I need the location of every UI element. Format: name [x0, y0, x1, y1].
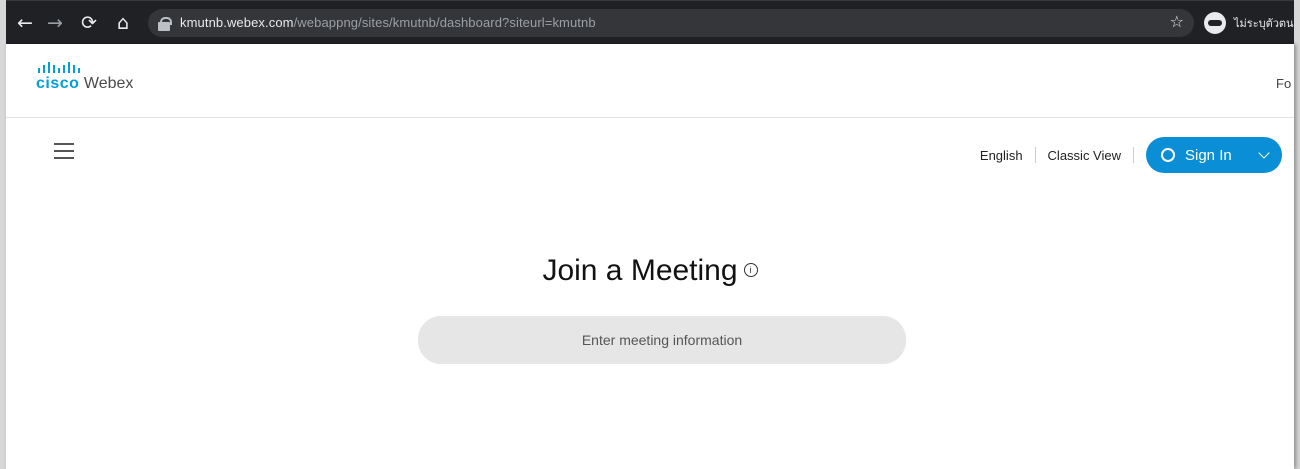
url-text[interactable]: kmutnb.webex.com/webappng/sites/kmutnb/d…: [180, 15, 596, 30]
forward-icon[interactable]: →: [42, 1, 68, 45]
sign-in-button[interactable]: Sign In: [1146, 137, 1282, 173]
classic-view-link[interactable]: Classic View: [1048, 148, 1121, 163]
star-icon[interactable]: ☆: [1170, 12, 1184, 31]
info-icon[interactable]: i: [743, 263, 758, 278]
cisco-bars-icon: [38, 62, 133, 73]
profile-label: ไม่ระบุตัวตน: [1234, 17, 1294, 30]
webex-ring-icon: [1161, 148, 1175, 162]
cisco-webex-logo[interactable]: cisco Webex: [36, 62, 133, 93]
meeting-info-input[interactable]: [418, 316, 906, 364]
profile-button[interactable]: ไม่ระบุตัวตน: [1204, 11, 1294, 35]
url-host: kmutnb.webex.com: [180, 15, 294, 30]
home-icon[interactable]: ⌂: [110, 1, 136, 45]
back-icon[interactable]: ←: [12, 1, 38, 45]
nav-separator: [1034, 147, 1036, 163]
brand-webex: Webex: [83, 75, 134, 92]
brand-cisco: cisco: [36, 75, 80, 92]
webex-page: cisco Webex Fo English Classic View Sign…: [6, 44, 1294, 469]
url-path: /webappng/sites/kmutnb/dashboard?siteurl…: [293, 15, 596, 30]
address-bar[interactable]: kmutnb.webex.com/webappng/sites/kmutnb/d…: [148, 9, 1194, 37]
page-title: Join a Meeting: [542, 254, 738, 287]
incognito-icon: [1204, 12, 1226, 34]
reload-icon[interactable]: ⟳: [76, 1, 102, 45]
language-link[interactable]: English: [980, 148, 1023, 163]
chevron-down-icon[interactable]: [1258, 147, 1270, 159]
join-meeting-heading: Join a Meeting i: [6, 254, 1294, 288]
sign-in-label: Sign In: [1185, 146, 1232, 164]
truncated-header-link[interactable]: Fo: [1276, 76, 1291, 91]
browser-toolbar: ← → ⟳ ⌂ kmutnb.webex.com/webappng/sites/…: [6, 0, 1294, 45]
top-nav: English Classic View Sign In: [980, 137, 1282, 173]
nav-separator: [1133, 147, 1134, 163]
hamburger-menu-icon[interactable]: [54, 141, 74, 159]
header-divider: [6, 117, 1294, 118]
